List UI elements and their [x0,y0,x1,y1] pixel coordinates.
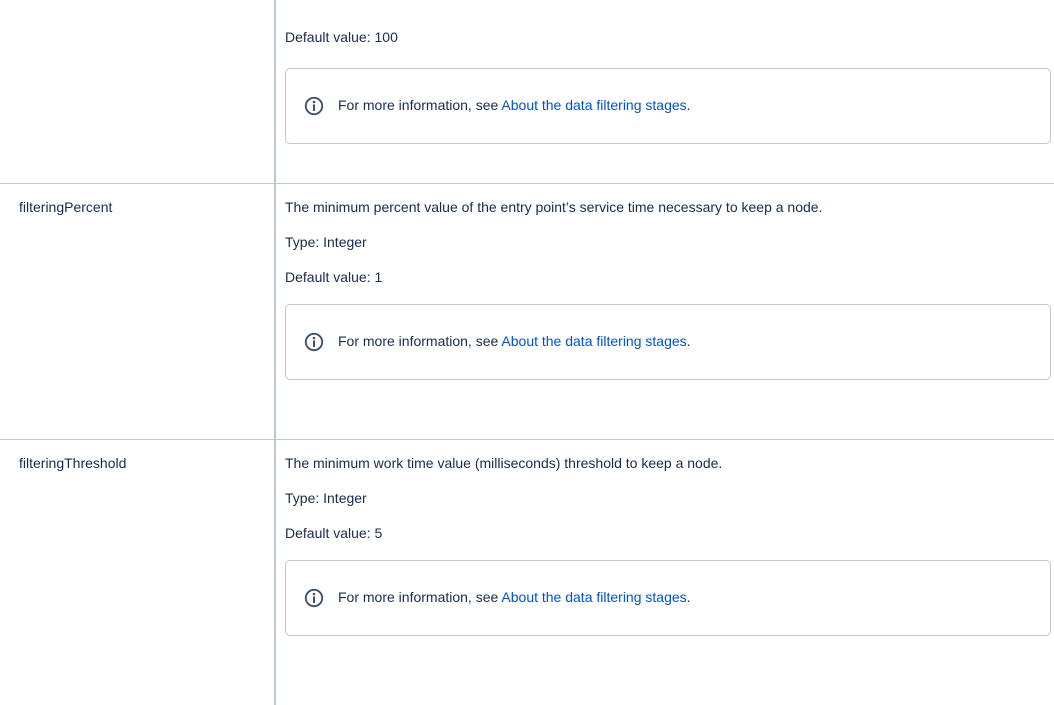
default-value-text: Default value: 100 [285,29,398,45]
about-data-filtering-stages-link[interactable]: About the data filtering stages [501,97,686,113]
default-value-text: Default value: 5 [285,524,383,541]
info-panel-text: For more information, see About the data… [338,587,691,607]
info-suffix: . [686,97,691,113]
parameter-name: filteringThreshold [19,454,127,471]
info-panel-text: For more information, see About the data… [338,331,691,351]
table-row: Default value: 100 For more information,… [0,0,1054,183]
table-row: filteringThreshold The minimum work time… [0,438,1054,705]
info-circle-icon [304,332,324,351]
parameter-name-cell: filteringThreshold [0,438,275,705]
about-data-filtering-stages-link[interactable]: About the data filtering stages [501,333,686,349]
parameter-name: filteringPercent [19,198,113,215]
document-page: Default value: 100 For more information,… [0,0,1054,705]
info-circle-icon [304,96,324,116]
parameter-description-cell: The minimum work time value (millisecond… [274,438,1054,705]
info-suffix: . [686,588,691,605]
parameter-description-cell: Default value: 100 For more information,… [274,0,1054,183]
info-prefix: For more information, see [338,588,502,605]
info-panel: For more information, see About the data… [285,68,1051,144]
parameter-description-cell: The minimum percent value of the entry p… [274,182,1054,439]
parameters-table: Default value: 100 For more information,… [0,0,1054,705]
type-text: Type: Integer [285,489,367,506]
about-data-filtering-stages-link[interactable]: About the data filtering stages [501,589,686,605]
type-text: Type: Integer [285,233,367,250]
info-circle-icon [304,588,324,607]
table-row: filteringPercent The minimum percent val… [0,182,1054,439]
description-text: The minimum work time value (millisecond… [285,454,723,471]
parameter-name-cell [0,0,275,183]
description-text: The minimum percent value of the entry p… [285,198,823,215]
info-prefix: For more information, see [338,97,502,113]
info-suffix: . [686,332,691,349]
info-panel: For more information, see About the data… [285,559,1051,636]
default-value-text: Default value: 1 [285,268,383,285]
parameter-name-cell: filteringPercent [0,182,275,439]
info-prefix: For more information, see [338,332,502,349]
info-panel: For more information, see About the data… [285,303,1051,380]
info-panel-text: For more information, see About the data… [338,95,691,115]
